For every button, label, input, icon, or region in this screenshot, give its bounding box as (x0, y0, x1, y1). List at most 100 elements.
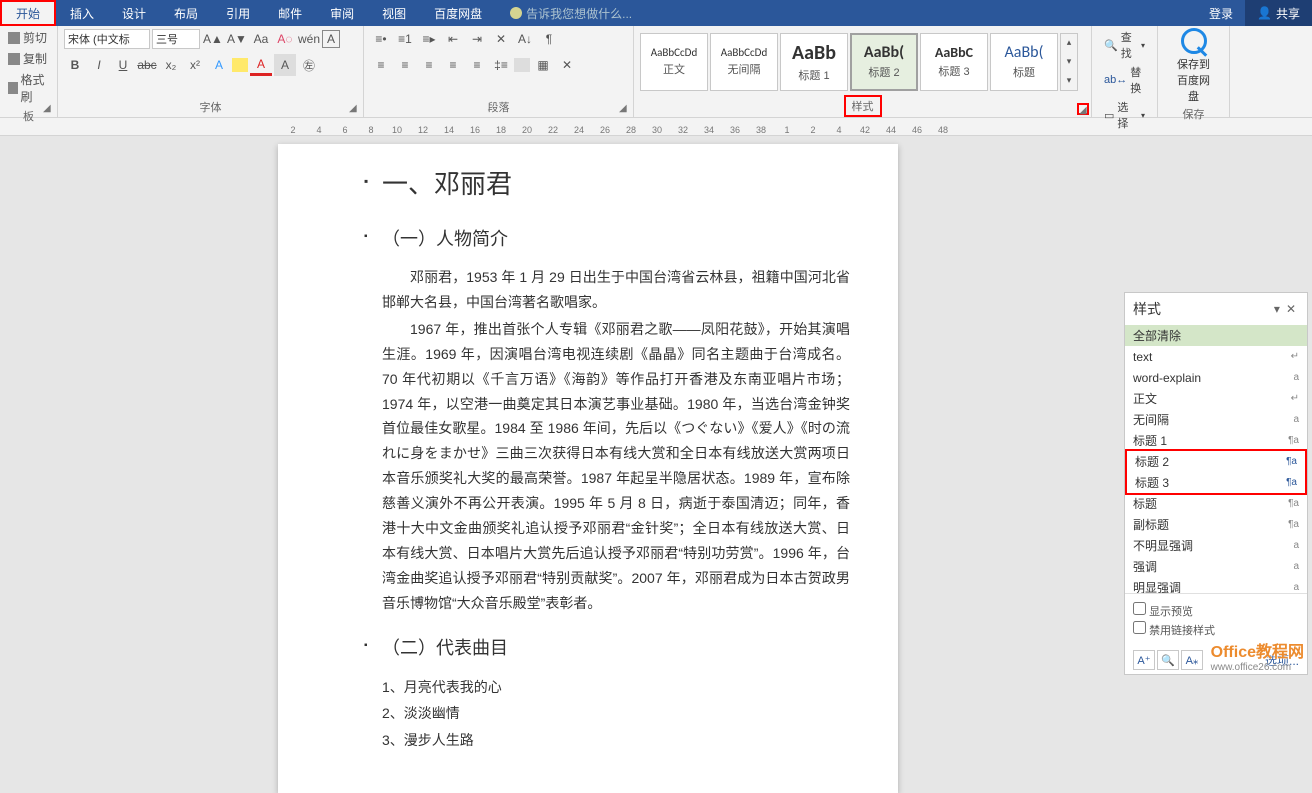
bullets-button[interactable]: ≡• (370, 28, 392, 50)
paragraph-label: 段落 (370, 97, 627, 117)
style-gallery-more[interactable]: ▴▾▾ (1060, 33, 1078, 91)
char-border-button[interactable]: A (322, 30, 340, 48)
numbering-button[interactable]: ≡1 (394, 28, 416, 50)
snap-button[interactable]: ✕ (556, 54, 578, 76)
strike-button[interactable]: abc (136, 54, 158, 76)
style-normal[interactable]: AaBbCcDd正文 (640, 33, 708, 91)
style-inspector-button[interactable]: 🔍 (1157, 650, 1179, 670)
increase-indent-button[interactable]: ⇥ (466, 28, 488, 50)
style-heading3[interactable]: AaBbC标题 3 (920, 33, 988, 91)
font-launcher[interactable]: ◢ (349, 103, 361, 115)
tab-mail[interactable]: 邮件 (264, 0, 316, 26)
style-row[interactable]: 副标题¶a (1125, 514, 1307, 535)
clipboard-launcher[interactable]: ◢ (43, 103, 55, 115)
clear-format-button[interactable]: A◌ (274, 28, 296, 50)
disable-linked-checkbox[interactable]: 禁用链接样式 (1133, 621, 1299, 638)
baidu-label: 保存 (1164, 104, 1223, 124)
styles-pane: 样式 ▾ ✕ 全部清除 text↵ word-explaina 正文↵ 无间隔a… (1124, 292, 1308, 675)
person-icon: 👤 (1257, 6, 1272, 20)
tab-insert[interactable]: 插入 (56, 0, 108, 26)
style-row[interactable]: 标题 1¶a (1125, 430, 1307, 451)
styles-group: AaBbCcDd正文 AaBbCcDd无间隔 AaBb标题 1 AaBb(标题 … (634, 26, 1092, 117)
style-heading1[interactable]: AaBb标题 1 (780, 33, 848, 91)
style-title[interactable]: AaBb(标题 (990, 33, 1058, 91)
style-row[interactable]: word-explaina (1125, 367, 1307, 388)
style-row[interactable]: 明显强调a (1125, 577, 1307, 593)
pane-close-icon[interactable]: ✕ (1283, 302, 1299, 316)
char-shading-button[interactable]: A (274, 54, 296, 76)
italic-button[interactable]: I (88, 54, 110, 76)
tab-references[interactable]: 引用 (212, 0, 264, 26)
grow-font-button[interactable]: A▲ (202, 28, 224, 50)
bold-button[interactable]: B (64, 54, 86, 76)
list-item: 2、淡淡幽情 (382, 700, 850, 727)
sort-button[interactable]: A↓ (514, 28, 536, 50)
style-row-heading3[interactable]: 标题 3¶a (1127, 472, 1305, 493)
borders-button[interactable]: ▦ (532, 54, 554, 76)
superscript-button[interactable]: x² (184, 54, 206, 76)
save-baidu-button[interactable]: 保存到百度网盘 (1164, 28, 1223, 104)
font-size-select[interactable]: 三号 (152, 29, 200, 49)
show-marks-button[interactable]: ¶ (538, 28, 560, 50)
tab-view[interactable]: 视图 (368, 0, 420, 26)
style-heading2[interactable]: AaBb(标题 2 (850, 33, 918, 91)
login-button[interactable]: 登录 (1197, 5, 1245, 22)
style-row[interactable]: 标题¶a (1125, 493, 1307, 514)
style-row[interactable]: 正文↵ (1125, 388, 1307, 409)
format-painter-button[interactable]: 格式刷 (6, 70, 51, 106)
line-spacing-button[interactable]: ‡≡ (490, 54, 512, 76)
select-button[interactable]: ▭选择▾ (1102, 98, 1147, 132)
show-preview-checkbox[interactable]: 显示预览 (1133, 602, 1299, 619)
copy-button[interactable]: 复制 (6, 49, 51, 68)
font-name-select[interactable]: 宋体 (中文标 (64, 29, 150, 49)
find-button[interactable]: 🔍查找▾ (1102, 28, 1147, 62)
subscript-button[interactable]: x₂ (160, 54, 182, 76)
change-case-button[interactable]: Aa (250, 28, 272, 50)
align-center-button[interactable]: ≡ (394, 54, 416, 76)
shrink-font-button[interactable]: A▼ (226, 28, 248, 50)
scissors-icon (8, 32, 20, 44)
decrease-indent-button[interactable]: ⇤ (442, 28, 464, 50)
editing-group: 🔍查找▾ ab↔替换 ▭选择▾ 编辑 (1092, 26, 1158, 117)
pane-dropdown-icon[interactable]: ▾ (1271, 302, 1283, 316)
tab-layout[interactable]: 布局 (160, 0, 212, 26)
style-row[interactable]: 强调a (1125, 556, 1307, 577)
style-row[interactable]: 无间隔a (1125, 409, 1307, 430)
brush-icon (8, 82, 18, 94)
new-style-button[interactable]: A⁺ (1133, 650, 1155, 670)
copy-icon (8, 53, 20, 65)
paragraph-launcher[interactable]: ◢ (619, 103, 631, 115)
align-right-button[interactable]: ≡ (418, 54, 440, 76)
justify-button[interactable]: ≡ (442, 54, 464, 76)
style-row-clear[interactable]: 全部清除 (1125, 325, 1307, 346)
paragraph-group: ≡• ≡1 ≡▸ ⇤ ⇥ ✕ A↓ ¶ ≡ ≡ ≡ ≡ ≡ ‡≡ ▦ ✕ 段落 (364, 26, 634, 117)
style-row[interactable]: 不明显强调a (1125, 535, 1307, 556)
align-left-button[interactable]: ≡ (370, 54, 392, 76)
font-color-button[interactable]: A (250, 54, 272, 76)
highlight-button[interactable] (232, 58, 248, 72)
tab-baidu[interactable]: 百度网盘 (420, 0, 496, 26)
watermark: Office教程网 www.office26.com (1211, 638, 1304, 673)
text-effect-button[interactable]: A (208, 54, 230, 76)
replace-button[interactable]: ab↔替换 (1102, 63, 1147, 97)
tab-review[interactable]: 审阅 (316, 0, 368, 26)
document-page[interactable]: 一、邓丽君 （一）人物简介 邓丽君，1953 年 1 月 29 日出生于中国台湾… (278, 144, 898, 793)
text-direction-button[interactable]: ✕ (490, 28, 512, 50)
bulb-icon (510, 7, 522, 19)
phonetic-button[interactable]: wén (298, 28, 320, 50)
enclose-char-button[interactable]: ㊧ (298, 54, 320, 76)
style-nospacing[interactable]: AaBbCcDd无间隔 (710, 33, 778, 91)
shading-button[interactable] (514, 58, 530, 72)
distribute-button[interactable]: ≡ (466, 54, 488, 76)
tell-me[interactable]: 告诉我您想做什么... (496, 0, 646, 26)
manage-styles-button[interactable]: A⁎ (1181, 650, 1203, 670)
cut-button[interactable]: 剪切 (6, 28, 51, 47)
share-button[interactable]: 👤共享 (1245, 0, 1312, 26)
style-row-heading2[interactable]: 标题 2¶a (1127, 451, 1305, 472)
tab-design[interactable]: 设计 (108, 0, 160, 26)
style-row[interactable]: text↵ (1125, 346, 1307, 367)
tab-home[interactable]: 开始 (0, 0, 56, 26)
styles-launcher[interactable]: ◢ (1077, 103, 1089, 115)
underline-button[interactable]: U (112, 54, 134, 76)
multilevel-button[interactable]: ≡▸ (418, 28, 440, 50)
